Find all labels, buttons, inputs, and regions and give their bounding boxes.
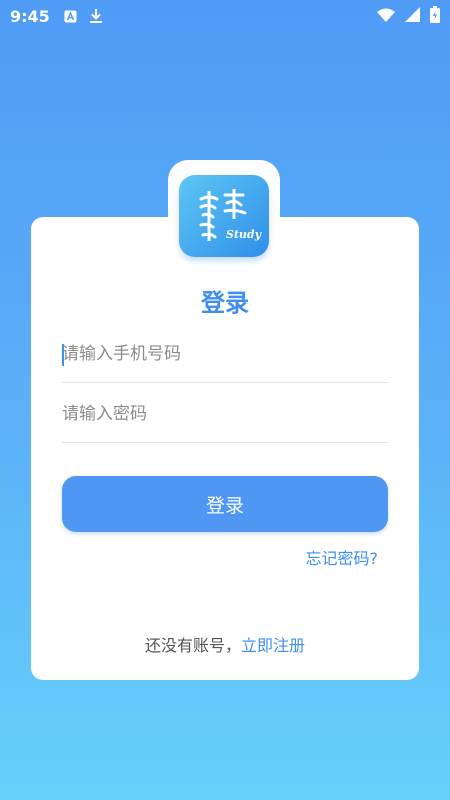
page-title: 登录 xyxy=(201,289,249,317)
signal-icon xyxy=(405,6,420,26)
password-field-row xyxy=(62,385,388,443)
app-logo: Study xyxy=(168,160,280,272)
phone-input[interactable] xyxy=(62,343,388,364)
login-button[interactable]: 登录 xyxy=(62,476,388,532)
status-right xyxy=(377,5,440,27)
status-time: 9:45 xyxy=(10,6,50,26)
wifi-icon xyxy=(377,7,395,26)
font-a-icon xyxy=(64,10,77,23)
forgot-password-link[interactable]: 忘记密码? xyxy=(306,545,379,569)
status-bar: 9:45 xyxy=(0,0,450,32)
register-link[interactable]: 立即注册 xyxy=(241,636,305,655)
phone-field-row xyxy=(62,325,388,383)
register-prompt: 还没有账号， xyxy=(144,636,241,655)
text-caret xyxy=(62,344,64,366)
logo-study-text: Study xyxy=(225,228,261,241)
download-icon xyxy=(89,8,103,24)
mongolian-script-icon xyxy=(199,189,247,241)
logo-tile: Study xyxy=(179,175,269,257)
password-input[interactable] xyxy=(62,403,388,424)
register-row: 还没有账号，立即注册 xyxy=(0,632,450,656)
battery-icon xyxy=(430,5,440,27)
